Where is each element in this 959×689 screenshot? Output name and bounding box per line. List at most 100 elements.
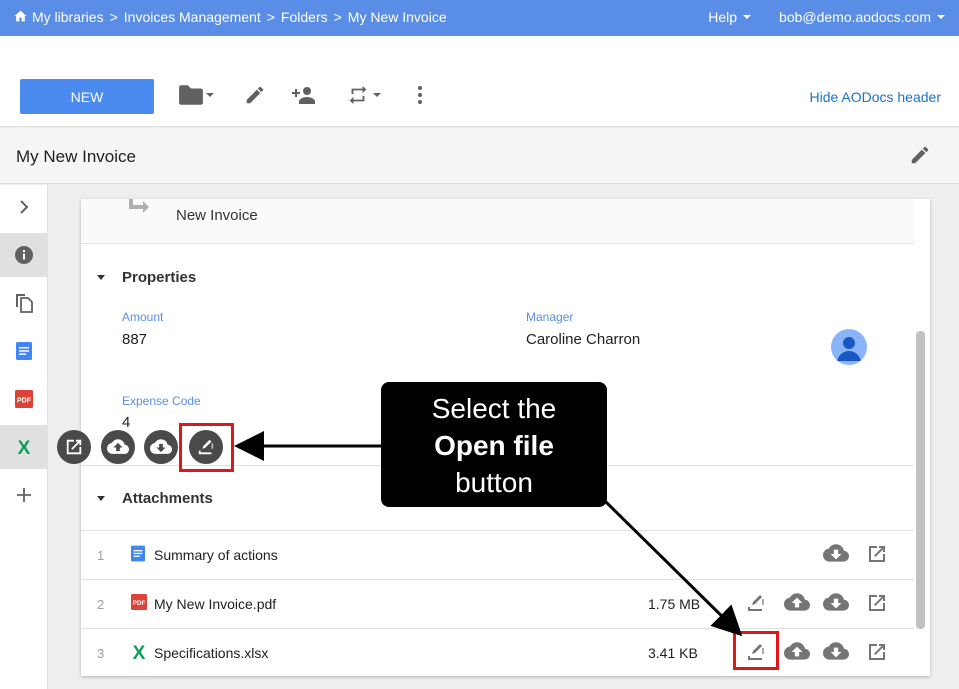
rail-item-excel[interactable]: X bbox=[0, 425, 48, 469]
table-row[interactable]: 1 Summary of actions bbox=[81, 531, 914, 580]
row-number: 3 bbox=[97, 646, 105, 661]
breadcrumb-separator: > bbox=[266, 9, 275, 25]
callout-tooltip: Select the Open file button bbox=[381, 382, 607, 507]
upload-button[interactable] bbox=[784, 642, 810, 667]
caret-down-icon bbox=[937, 15, 945, 19]
attachment-size: 1.75 MB bbox=[648, 596, 701, 612]
help-menu[interactable]: Help bbox=[708, 9, 752, 25]
attachment-name[interactable]: Summary of actions bbox=[154, 547, 278, 563]
open-external-button[interactable] bbox=[867, 544, 887, 569]
breadcrumb: My libraries > Invoices Management > Fol… bbox=[14, 9, 447, 25]
breadcrumb-separator: > bbox=[109, 9, 118, 25]
chevron-right-icon bbox=[20, 200, 29, 214]
expense-code-label: Expense Code bbox=[122, 394, 201, 408]
document-header-row: New Invoice bbox=[81, 199, 914, 244]
attachments-title[interactable]: Attachments bbox=[122, 490, 213, 507]
properties-title[interactable]: Properties bbox=[122, 269, 196, 286]
pdf-icon: PDF bbox=[15, 390, 33, 408]
table-row[interactable]: 2 PDF My New Invoice.pdf 1.75 MB bbox=[81, 580, 914, 629]
more-options-button[interactable] bbox=[412, 82, 428, 108]
callout-line-1: Select the bbox=[431, 393, 557, 424]
hide-header-link[interactable]: Hide AODocs header bbox=[809, 89, 941, 105]
breadcrumb-my-libraries[interactable]: My libraries bbox=[32, 9, 104, 25]
highlight-box-row bbox=[733, 631, 779, 670]
expand-rail-button[interactable] bbox=[0, 185, 48, 229]
download-icon bbox=[150, 438, 172, 454]
top-bar: My libraries > Invoices Management > Fol… bbox=[0, 0, 959, 36]
collapse-attachments-icon[interactable] bbox=[97, 496, 105, 501]
edit-title-button[interactable] bbox=[909, 144, 931, 171]
upload-icon bbox=[784, 593, 810, 611]
download-button[interactable] bbox=[823, 544, 849, 569]
fab-upload[interactable] bbox=[101, 430, 135, 464]
expense-code-value: 4 bbox=[122, 414, 131, 431]
svg-text:PDF: PDF bbox=[17, 398, 32, 405]
upload-icon bbox=[784, 642, 810, 660]
open-external-icon bbox=[869, 644, 885, 660]
edit-button[interactable] bbox=[244, 82, 266, 108]
attachment-name[interactable]: Specifications.xlsx bbox=[154, 645, 268, 661]
folder-menu-button[interactable] bbox=[178, 82, 214, 108]
info-icon bbox=[15, 246, 33, 264]
toolbar: NEW Hide AODocs header bbox=[0, 36, 959, 127]
download-button[interactable] bbox=[823, 593, 849, 618]
rail-item-pdf[interactable]: PDF bbox=[0, 377, 48, 421]
row-number: 1 bbox=[97, 548, 105, 563]
breadcrumb-folders[interactable]: Folders bbox=[281, 9, 328, 25]
breadcrumb-separator: > bbox=[333, 9, 342, 25]
avatar[interactable] bbox=[831, 329, 867, 365]
download-icon bbox=[823, 642, 849, 660]
person-icon bbox=[837, 337, 861, 361]
home-icon[interactable] bbox=[14, 9, 27, 25]
callout-line-3: button bbox=[455, 467, 533, 498]
fab-download[interactable] bbox=[144, 430, 178, 464]
breadcrumb-invoices-management[interactable]: Invoices Management bbox=[124, 9, 261, 25]
rail-add-button[interactable] bbox=[0, 473, 48, 517]
row-number: 2 bbox=[97, 597, 105, 612]
add-person-icon bbox=[292, 87, 315, 104]
excel-icon: X bbox=[133, 643, 146, 661]
plus-icon bbox=[17, 488, 31, 502]
scrollbar[interactable] bbox=[916, 331, 925, 629]
amount-value: 887 bbox=[122, 331, 148, 348]
manager-value: Caroline Charron bbox=[526, 331, 641, 348]
copy-icon bbox=[16, 294, 33, 313]
pencil-icon bbox=[911, 146, 929, 164]
document-title-bar: My New Invoice bbox=[0, 128, 959, 184]
user-menu[interactable]: bob@demo.aodocs.com bbox=[779, 9, 945, 25]
open-external-button[interactable] bbox=[867, 593, 887, 618]
highlight-box-fab bbox=[179, 423, 234, 472]
breadcrumb-current[interactable]: My New Invoice bbox=[348, 9, 447, 25]
table-row[interactable]: 3 X Specifications.xlsx 3.41 KB bbox=[81, 629, 914, 676]
manager-label: Manager bbox=[526, 310, 574, 324]
help-label: Help bbox=[708, 9, 738, 25]
download-button[interactable] bbox=[823, 642, 849, 667]
callout-line-2: Open file bbox=[434, 430, 554, 461]
upload-button[interactable] bbox=[784, 593, 810, 618]
collapse-properties-icon[interactable] bbox=[97, 275, 105, 280]
user-email: bob@demo.aodocs.com bbox=[779, 9, 931, 25]
rail-item-gdoc[interactable] bbox=[0, 329, 48, 373]
gdoc-icon bbox=[131, 545, 145, 562]
share-button[interactable] bbox=[292, 82, 318, 108]
rail-item-copies[interactable] bbox=[0, 281, 48, 325]
caret-down-icon bbox=[743, 15, 752, 19]
caret-down-icon bbox=[373, 93, 381, 97]
more-vert-icon bbox=[418, 86, 422, 104]
svg-text:X: X bbox=[18, 438, 31, 456]
open-file-icon bbox=[748, 595, 764, 611]
download-icon bbox=[823, 544, 849, 562]
open-external-icon bbox=[869, 595, 885, 611]
repeat-icon bbox=[349, 85, 367, 105]
excel-icon: X bbox=[18, 438, 31, 456]
workflow-menu-button[interactable] bbox=[345, 82, 381, 108]
rail-item-info[interactable] bbox=[0, 233, 48, 277]
attachment-name[interactable]: My New Invoice.pdf bbox=[154, 596, 276, 612]
gdoc-icon bbox=[16, 342, 32, 360]
open-external-icon bbox=[869, 546, 885, 562]
svg-text:X: X bbox=[133, 643, 146, 661]
fab-open-external[interactable] bbox=[57, 430, 91, 464]
new-button[interactable]: NEW bbox=[20, 79, 154, 114]
open-file-button[interactable] bbox=[746, 593, 766, 618]
open-external-button[interactable] bbox=[867, 642, 887, 667]
